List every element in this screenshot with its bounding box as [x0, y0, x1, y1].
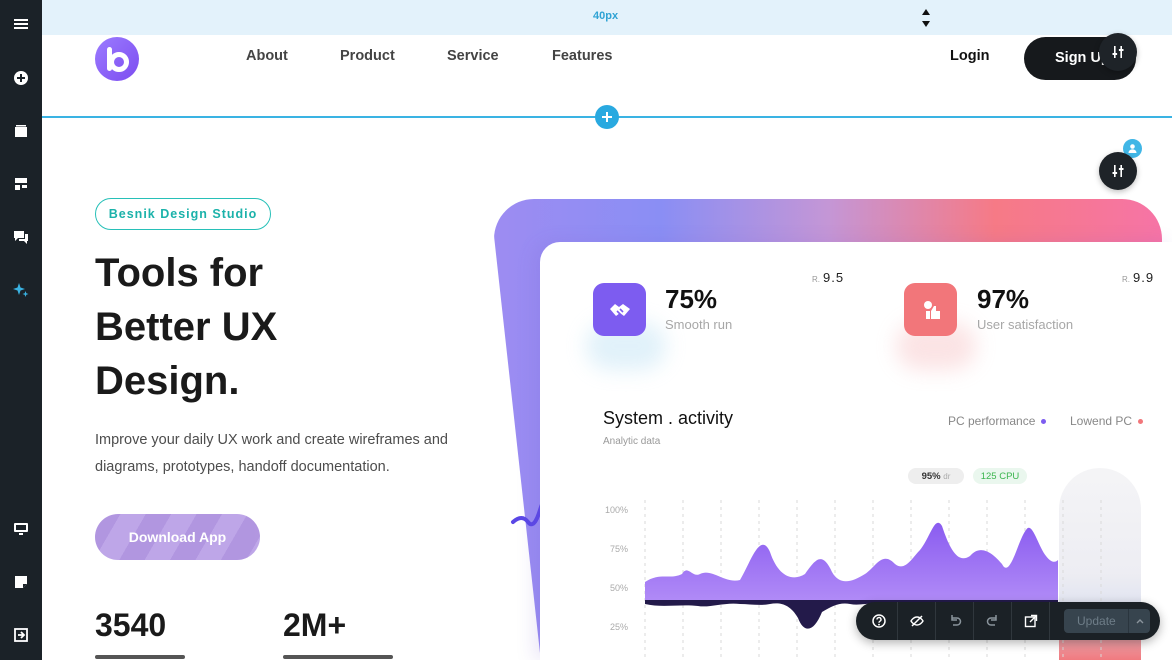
page-builder: 40px About Product Service Features Logi…	[0, 0, 1172, 660]
metric-value: 97%	[977, 284, 1030, 314]
notes-icon[interactable]	[0, 564, 42, 600]
resize-arrows-icon[interactable]	[920, 8, 932, 28]
pages-icon[interactable]	[0, 113, 42, 149]
legend-item: Lowend PC	[1070, 414, 1144, 428]
handshake-icon	[593, 283, 646, 336]
update-button[interactable]: Update	[1064, 609, 1150, 633]
metric-value: 75%	[665, 284, 718, 314]
metric-rating: R. 9.9	[1122, 270, 1155, 285]
metric-rating: R. 9.5	[812, 270, 845, 285]
y-tick: 75%	[610, 544, 628, 554]
headline-line: Better UX	[95, 305, 278, 349]
activity-subtitle: Analytic data	[603, 436, 661, 447]
headline-line: Design.	[95, 359, 240, 403]
layout-icon[interactable]	[0, 166, 42, 202]
open-external-icon[interactable]	[1012, 602, 1050, 640]
brand-logo[interactable]	[95, 37, 139, 81]
studio-badge: Besnik Design Studio	[95, 198, 271, 230]
hero-description: Improve your daily UX work and create wi…	[95, 432, 448, 475]
stat-caption	[283, 652, 393, 660]
login-link[interactable]: Login	[950, 48, 989, 64]
stat-value: 2M+	[283, 607, 347, 643]
activity-title: System . activity	[603, 408, 734, 428]
metric-label: User satisfaction	[977, 317, 1074, 332]
thumbs-up-icon	[904, 283, 957, 336]
hero-headline: Tools for Better UX Design.	[95, 246, 495, 408]
stat-caption	[95, 652, 205, 660]
builder-sidebar	[0, 0, 42, 660]
nav-product[interactable]: Product	[340, 48, 395, 64]
stat-value: 3540	[95, 607, 167, 643]
desktop-preview-icon[interactable]	[0, 511, 42, 547]
performance-area	[645, 522, 1058, 600]
chevron-up-icon[interactable]	[1128, 609, 1150, 633]
exit-icon[interactable]	[0, 617, 42, 653]
nav-about[interactable]: About	[246, 48, 288, 64]
section-settings-icon[interactable]	[1099, 152, 1137, 190]
update-label: Update	[1077, 614, 1116, 628]
download-app-button[interactable]: Download App	[95, 514, 260, 560]
hide-icon[interactable]	[898, 602, 936, 640]
nav-service[interactable]: Service	[447, 48, 499, 64]
stat-chip: 125 CPU	[973, 468, 1027, 484]
y-tick: 50%	[610, 583, 628, 593]
comments-icon[interactable]	[0, 219, 42, 255]
legend-item: PC performance	[948, 414, 1047, 428]
menu-icon[interactable]	[0, 6, 42, 42]
help-icon[interactable]	[860, 602, 898, 640]
padding-value: 40px	[593, 10, 619, 22]
headline-line: Tools for	[95, 251, 264, 295]
add-section-button[interactable]	[595, 105, 619, 129]
editor-toolbar: Update	[856, 602, 1160, 640]
undo-icon[interactable]	[936, 602, 974, 640]
y-tick: 25%	[610, 622, 628, 632]
block-settings-icon[interactable]	[1099, 33, 1137, 71]
redo-icon[interactable]	[974, 602, 1012, 640]
stat-chip: 95% dr	[908, 468, 964, 484]
nav-features[interactable]: Features	[552, 48, 612, 64]
ai-sparkle-icon[interactable]	[0, 272, 42, 308]
add-block-icon[interactable]	[0, 60, 42, 96]
metric-label: Smooth run	[665, 317, 733, 332]
y-tick: 100%	[605, 505, 628, 515]
